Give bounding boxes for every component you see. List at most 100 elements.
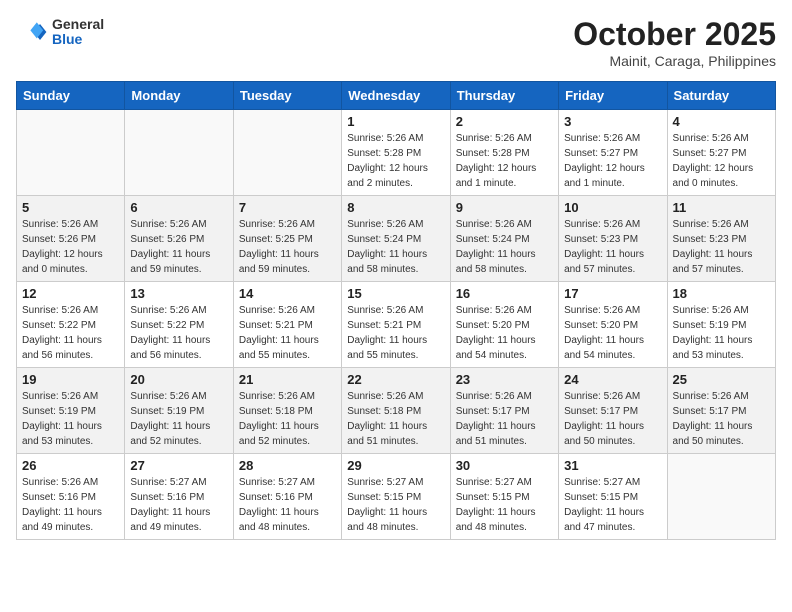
calendar-cell: 16 Sunrise: 5:26 AM Sunset: 5:20 PM Dayli… bbox=[450, 282, 558, 368]
day-info: Sunrise: 5:26 AM Sunset: 5:28 PM Dayligh… bbox=[456, 131, 553, 191]
calendar-header-wednesday: Wednesday bbox=[342, 82, 450, 110]
day-info: Sunrise: 5:26 AM Sunset: 5:27 PM Dayligh… bbox=[673, 131, 770, 191]
month-title: October 2025 bbox=[573, 16, 776, 53]
day-number: 28 bbox=[239, 458, 336, 473]
header: General Blue October 2025 Mainit, Caraga… bbox=[16, 16, 776, 69]
day-info: Sunrise: 5:26 AM Sunset: 5:19 PM Dayligh… bbox=[22, 389, 119, 449]
day-number: 9 bbox=[456, 200, 553, 215]
logo-general: General bbox=[52, 17, 104, 32]
day-info: Sunrise: 5:26 AM Sunset: 5:22 PM Dayligh… bbox=[130, 303, 227, 363]
day-info: Sunrise: 5:26 AM Sunset: 5:17 PM Dayligh… bbox=[673, 389, 770, 449]
day-info: Sunrise: 5:26 AM Sunset: 5:18 PM Dayligh… bbox=[239, 389, 336, 449]
day-number: 16 bbox=[456, 286, 553, 301]
day-number: 22 bbox=[347, 372, 444, 387]
day-number: 8 bbox=[347, 200, 444, 215]
calendar-cell: 22 Sunrise: 5:26 AM Sunset: 5:18 PM Dayli… bbox=[342, 368, 450, 454]
day-number: 26 bbox=[22, 458, 119, 473]
day-info: Sunrise: 5:27 AM Sunset: 5:16 PM Dayligh… bbox=[130, 475, 227, 535]
day-info: Sunrise: 5:26 AM Sunset: 5:21 PM Dayligh… bbox=[239, 303, 336, 363]
calendar-cell: 15 Sunrise: 5:26 AM Sunset: 5:21 PM Dayli… bbox=[342, 282, 450, 368]
day-number: 23 bbox=[456, 372, 553, 387]
day-info: Sunrise: 5:27 AM Sunset: 5:15 PM Dayligh… bbox=[347, 475, 444, 535]
calendar-cell: 27 Sunrise: 5:27 AM Sunset: 5:16 PM Dayli… bbox=[125, 454, 233, 540]
day-number: 31 bbox=[564, 458, 661, 473]
calendar-cell: 17Sunrise: 5:26 AM Sunset: 5:20 PM Dayli… bbox=[559, 282, 667, 368]
day-info: Sunrise: 5:26 AM Sunset: 5:24 PM Dayligh… bbox=[347, 217, 444, 277]
calendar-table: SundayMondayTuesdayWednesdayThursdayFrid… bbox=[16, 81, 776, 540]
day-number: 19 bbox=[22, 372, 119, 387]
day-number: 14 bbox=[239, 286, 336, 301]
calendar-header-row: SundayMondayTuesdayWednesdayThursdayFrid… bbox=[17, 82, 776, 110]
calendar-cell: 23 Sunrise: 5:26 AM Sunset: 5:17 PM Dayli… bbox=[450, 368, 558, 454]
logo-text: General Blue bbox=[52, 17, 104, 48]
title-area: October 2025 Mainit, Caraga, Philippines bbox=[573, 16, 776, 69]
day-info: Sunrise: 5:26 AM Sunset: 5:20 PM Dayligh… bbox=[456, 303, 553, 363]
calendar-cell bbox=[233, 110, 341, 196]
day-number: 15 bbox=[347, 286, 444, 301]
calendar-cell: 19 Sunrise: 5:26 AM Sunset: 5:19 PM Dayli… bbox=[17, 368, 125, 454]
calendar-cell: 21 Sunrise: 5:26 AM Sunset: 5:18 PM Dayli… bbox=[233, 368, 341, 454]
calendar-header-friday: Friday bbox=[559, 82, 667, 110]
calendar-week-row: 1 Sunrise: 5:26 AM Sunset: 5:28 PM Daylig… bbox=[17, 110, 776, 196]
calendar-header-tuesday: Tuesday bbox=[233, 82, 341, 110]
calendar-cell: 3Sunrise: 5:26 AM Sunset: 5:27 PM Daylig… bbox=[559, 110, 667, 196]
day-number: 3 bbox=[564, 114, 661, 129]
day-number: 11 bbox=[673, 200, 770, 215]
calendar-cell bbox=[17, 110, 125, 196]
calendar-cell: 6 Sunrise: 5:26 AM Sunset: 5:26 PM Daylig… bbox=[125, 196, 233, 282]
day-info: Sunrise: 5:26 AM Sunset: 5:17 PM Dayligh… bbox=[564, 389, 661, 449]
calendar-cell bbox=[125, 110, 233, 196]
day-info: Sunrise: 5:26 AM Sunset: 5:16 PM Dayligh… bbox=[22, 475, 119, 535]
day-number: 2 bbox=[456, 114, 553, 129]
calendar-cell: 30 Sunrise: 5:27 AM Sunset: 5:15 PM Dayli… bbox=[450, 454, 558, 540]
day-info: Sunrise: 5:26 AM Sunset: 5:18 PM Dayligh… bbox=[347, 389, 444, 449]
day-info: Sunrise: 5:26 AM Sunset: 5:26 PM Dayligh… bbox=[22, 217, 119, 277]
calendar-cell: 11 Sunrise: 5:26 AM Sunset: 5:23 PM Dayli… bbox=[667, 196, 775, 282]
day-number: 1 bbox=[347, 114, 444, 129]
calendar-week-row: 12 Sunrise: 5:26 AM Sunset: 5:22 PM Dayli… bbox=[17, 282, 776, 368]
day-info: Sunrise: 5:27 AM Sunset: 5:15 PM Dayligh… bbox=[456, 475, 553, 535]
day-info: Sunrise: 5:26 AM Sunset: 5:24 PM Dayligh… bbox=[456, 217, 553, 277]
calendar-cell: 14 Sunrise: 5:26 AM Sunset: 5:21 PM Dayli… bbox=[233, 282, 341, 368]
day-info: Sunrise: 5:27 AM Sunset: 5:16 PM Dayligh… bbox=[239, 475, 336, 535]
calendar-cell: 4 Sunrise: 5:26 AM Sunset: 5:27 PM Daylig… bbox=[667, 110, 775, 196]
calendar-cell: 5 Sunrise: 5:26 AM Sunset: 5:26 PM Daylig… bbox=[17, 196, 125, 282]
calendar-header-monday: Monday bbox=[125, 82, 233, 110]
calendar-cell: 13Sunrise: 5:26 AM Sunset: 5:22 PM Dayli… bbox=[125, 282, 233, 368]
day-number: 27 bbox=[130, 458, 227, 473]
day-info: Sunrise: 5:26 AM Sunset: 5:23 PM Dayligh… bbox=[564, 217, 661, 277]
day-info: Sunrise: 5:26 AM Sunset: 5:20 PM Dayligh… bbox=[564, 303, 661, 363]
day-number: 21 bbox=[239, 372, 336, 387]
day-number: 12 bbox=[22, 286, 119, 301]
calendar-week-row: 19 Sunrise: 5:26 AM Sunset: 5:19 PM Dayli… bbox=[17, 368, 776, 454]
location: Mainit, Caraga, Philippines bbox=[573, 53, 776, 69]
calendar-cell: 10Sunrise: 5:26 AM Sunset: 5:23 PM Dayli… bbox=[559, 196, 667, 282]
calendar-cell: 20Sunrise: 5:26 AM Sunset: 5:19 PM Dayli… bbox=[125, 368, 233, 454]
day-info: Sunrise: 5:26 AM Sunset: 5:23 PM Dayligh… bbox=[673, 217, 770, 277]
calendar-cell: 12 Sunrise: 5:26 AM Sunset: 5:22 PM Dayli… bbox=[17, 282, 125, 368]
day-number: 30 bbox=[456, 458, 553, 473]
day-number: 7 bbox=[239, 200, 336, 215]
day-info: Sunrise: 5:26 AM Sunset: 5:26 PM Dayligh… bbox=[130, 217, 227, 277]
day-info: Sunrise: 5:27 AM Sunset: 5:15 PM Dayligh… bbox=[564, 475, 661, 535]
calendar-cell: 7 Sunrise: 5:26 AM Sunset: 5:25 PM Daylig… bbox=[233, 196, 341, 282]
calendar-cell: 31 Sunrise: 5:27 AM Sunset: 5:15 PM Dayli… bbox=[559, 454, 667, 540]
day-info: Sunrise: 5:26 AM Sunset: 5:25 PM Dayligh… bbox=[239, 217, 336, 277]
day-number: 18 bbox=[673, 286, 770, 301]
calendar-header-saturday: Saturday bbox=[667, 82, 775, 110]
logo-icon bbox=[16, 16, 48, 48]
calendar-cell: 25 Sunrise: 5:26 AM Sunset: 5:17 PM Dayli… bbox=[667, 368, 775, 454]
day-info: Sunrise: 5:26 AM Sunset: 5:21 PM Dayligh… bbox=[347, 303, 444, 363]
day-number: 4 bbox=[673, 114, 770, 129]
calendar-week-row: 5 Sunrise: 5:26 AM Sunset: 5:26 PM Daylig… bbox=[17, 196, 776, 282]
day-info: Sunrise: 5:26 AM Sunset: 5:22 PM Dayligh… bbox=[22, 303, 119, 363]
calendar-week-row: 26 Sunrise: 5:26 AM Sunset: 5:16 PM Dayli… bbox=[17, 454, 776, 540]
calendar-cell: 2 Sunrise: 5:26 AM Sunset: 5:28 PM Daylig… bbox=[450, 110, 558, 196]
day-number: 5 bbox=[22, 200, 119, 215]
day-number: 20 bbox=[130, 372, 227, 387]
day-number: 25 bbox=[673, 372, 770, 387]
calendar-cell: 8 Sunrise: 5:26 AM Sunset: 5:24 PM Daylig… bbox=[342, 196, 450, 282]
day-number: 6 bbox=[130, 200, 227, 215]
calendar-cell: 28 Sunrise: 5:27 AM Sunset: 5:16 PM Dayli… bbox=[233, 454, 341, 540]
day-info: Sunrise: 5:26 AM Sunset: 5:17 PM Dayligh… bbox=[456, 389, 553, 449]
